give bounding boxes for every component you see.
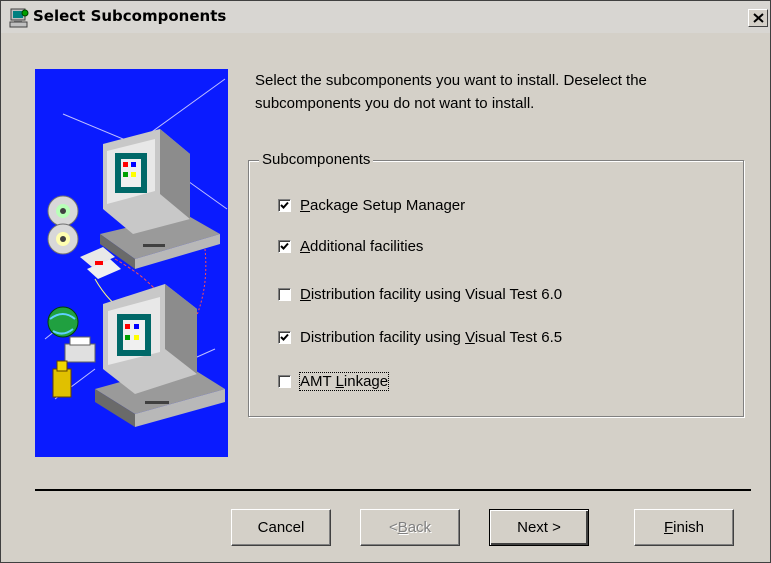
window-title: Select Subcomponents (33, 7, 227, 25)
option-label: AMT Linkage (298, 371, 390, 391)
option-additional-facilities[interactable]: Additional facilities (278, 236, 423, 256)
amt-linkage-checkbox[interactable] (278, 374, 291, 388)
finish-button[interactable]: Finish (634, 509, 734, 546)
checkmark-icon (280, 333, 289, 341)
title-bar[interactable]: Select Subcomponents (1, 1, 770, 33)
back-button[interactable]: < Back (360, 509, 460, 546)
option-label: Distribution facility using Visual Test … (300, 328, 563, 346)
cancel-button[interactable]: Cancel (231, 509, 331, 546)
distribution-vt65-checkbox[interactable] (278, 330, 291, 344)
installer-computer-icon (9, 8, 29, 28)
checkmark-icon (280, 201, 289, 209)
distribution-vt60-checkbox[interactable] (278, 287, 291, 301)
package-setup-manager-checkbox[interactable] (278, 198, 291, 212)
option-package-setup-manager[interactable]: Package Setup Manager (278, 195, 465, 215)
additional-facilities-checkbox[interactable] (278, 239, 291, 253)
close-x-icon (753, 13, 764, 23)
option-distribution-vt60[interactable]: Distribution facility using Visual Test … (278, 284, 562, 304)
option-label: Package Setup Manager (300, 196, 466, 214)
checkmark-icon (280, 242, 289, 250)
option-label: Additional facilities (300, 237, 424, 255)
subcomponents-legend: Subcomponents (259, 151, 374, 168)
close-button[interactable] (748, 9, 768, 27)
instructions-text: Select the subcomponents you want to ins… (255, 72, 647, 112)
option-distribution-vt65[interactable]: Distribution facility using Visual Test … (278, 327, 562, 347)
setup-dialog: Select Subcomponents Select the subcompo… (0, 0, 771, 563)
next-button[interactable]: Next > (489, 509, 589, 546)
button-separator (35, 489, 751, 491)
option-amt-linkage[interactable]: AMT Linkage (278, 371, 390, 391)
option-label: Distribution facility using Visual Test … (300, 285, 563, 303)
networked-computers-illustration (35, 69, 228, 457)
